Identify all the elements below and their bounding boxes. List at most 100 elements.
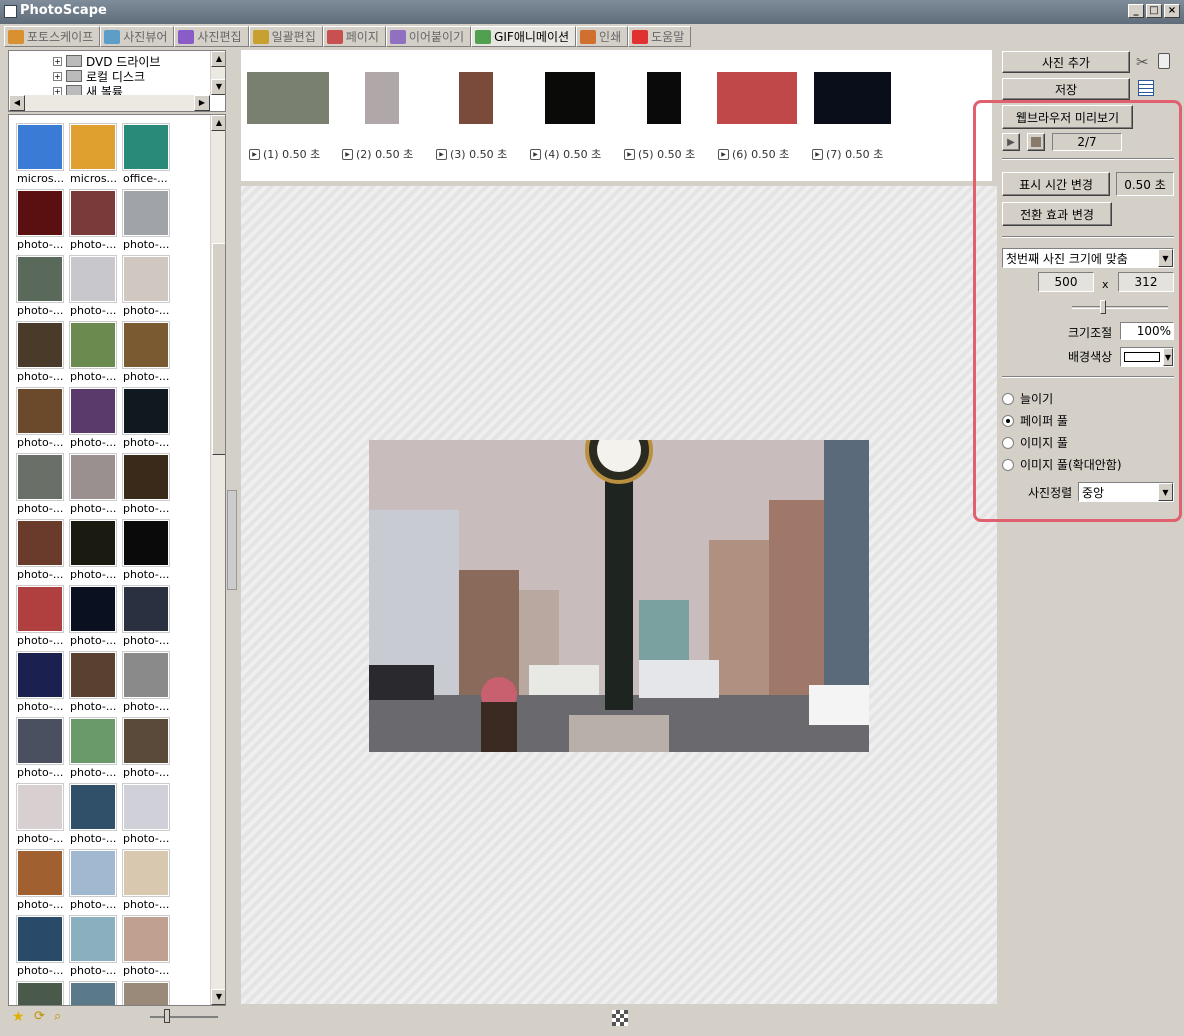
- frame-label[interactable]: ▶ (4) 0.50 초: [530, 146, 601, 162]
- scroll-thumb[interactable]: [212, 243, 225, 455]
- thumbnail-item[interactable]: photo-...: [15, 255, 68, 321]
- thumbnail-item[interactable]: photo-...: [68, 519, 121, 585]
- thumbnail-item[interactable]: photo-...: [121, 189, 174, 255]
- play-frame-icon[interactable]: ▶: [249, 148, 260, 160]
- star-icon[interactable]: ★: [12, 1009, 25, 1025]
- play-frame-icon[interactable]: ▶: [812, 148, 823, 160]
- frame-label[interactable]: ▶ (1) 0.50 초: [249, 146, 320, 162]
- thumbnail-item[interactable]: photo-...: [121, 519, 174, 585]
- tab-4[interactable]: 페이지: [322, 26, 386, 47]
- tab-3[interactable]: 일괄편집: [248, 26, 323, 47]
- expand-icon[interactable]: +: [53, 56, 62, 66]
- thumbnail-item[interactable]: photo-...: [68, 585, 121, 651]
- cut-icon[interactable]: ✂: [1136, 53, 1149, 71]
- thumbnail-item[interactable]: micros...: [15, 123, 68, 189]
- thumbnail-item[interactable]: [121, 981, 174, 1005]
- tab-8[interactable]: 도움말: [628, 26, 692, 47]
- thumbnail-item[interactable]: photo-...: [15, 651, 68, 717]
- thumbnail-item[interactable]: photo-...: [68, 783, 121, 849]
- trash-icon[interactable]: [1158, 53, 1170, 69]
- thumbnail-item[interactable]: photo-...: [15, 519, 68, 585]
- tab-1[interactable]: 사진뷰어: [100, 26, 175, 47]
- thumbnail-item[interactable]: photo-...: [68, 387, 121, 453]
- frame-label[interactable]: ▶ (7) 0.50 초: [812, 146, 883, 162]
- frame-thumbnail[interactable]: [365, 72, 399, 124]
- frame-thumbnail[interactable]: [247, 72, 329, 124]
- scroll-down-button[interactable]: ▼: [211, 989, 225, 1005]
- frame-thumbnail[interactable]: [545, 72, 595, 124]
- thumbnail-item[interactable]: photo-...: [68, 915, 121, 981]
- thumbnail-item[interactable]: photo-...: [15, 717, 68, 783]
- thumbnail-item[interactable]: [68, 981, 121, 1005]
- list-view-icon[interactable]: [1138, 80, 1154, 96]
- thumbnail-item[interactable]: photo-...: [15, 915, 68, 981]
- thumbnail-item[interactable]: photo-...: [121, 387, 174, 453]
- play-frame-icon[interactable]: ▶: [530, 148, 541, 160]
- play-frame-icon[interactable]: ▶: [624, 148, 635, 160]
- tree-vscrollbar[interactable]: ▲ ▼: [210, 51, 225, 95]
- thumbnail-item[interactable]: photo-...: [121, 585, 174, 651]
- thumbnail-item[interactable]: photo-...: [121, 651, 174, 717]
- thumbnail-item[interactable]: photo-...: [121, 717, 174, 783]
- panel-splitter[interactable]: [227, 490, 237, 590]
- thumbnail-item[interactable]: photo-...: [68, 321, 121, 387]
- expand-icon[interactable]: +: [53, 71, 62, 81]
- thumbnail-item[interactable]: photo-...: [68, 849, 121, 915]
- frame-thumbnail[interactable]: [647, 72, 681, 124]
- scroll-up-button[interactable]: ▲: [211, 115, 225, 131]
- close-button[interactable]: ×: [1164, 4, 1180, 18]
- thumbnail-item[interactable]: photo-...: [121, 321, 174, 387]
- thumbnail-item[interactable]: office-...: [121, 123, 174, 189]
- thumbnail-item[interactable]: photo-...: [15, 453, 68, 519]
- thumbnail-item[interactable]: photo-...: [121, 915, 174, 981]
- tab-5[interactable]: 이어붙이기: [385, 26, 472, 47]
- thumbnail-item[interactable]: photo-...: [68, 255, 121, 321]
- scroll-right-button[interactable]: ▶: [194, 95, 210, 111]
- transparency-icon[interactable]: [612, 1010, 628, 1026]
- thumbnail-item[interactable]: photo-...: [68, 189, 121, 255]
- tab-0[interactable]: 포토스케이프: [4, 26, 101, 47]
- play-frame-icon[interactable]: ▶: [718, 148, 729, 160]
- scroll-down-button[interactable]: ▼: [211, 79, 225, 95]
- thumbnail-item[interactable]: photo-...: [15, 585, 68, 651]
- frame-thumbnail[interactable]: [814, 72, 891, 124]
- frame-label[interactable]: ▶ (5) 0.50 초: [624, 146, 695, 162]
- frame-thumbnail[interactable]: [717, 72, 797, 124]
- thumbnail-item[interactable]: photo-...: [68, 651, 121, 717]
- frame-label[interactable]: ▶ (3) 0.50 초: [436, 146, 507, 162]
- zoom-slider-thumb[interactable]: [164, 1009, 170, 1023]
- minimize-button[interactable]: _: [1128, 4, 1144, 18]
- tab-7[interactable]: 인쇄: [576, 26, 629, 47]
- save-button[interactable]: 저장: [1002, 78, 1130, 100]
- folder-tree[interactable]: + DVD 드라이브 + 로컬 디스크 + 새 볼륨 ▲ ▼ ◀ ▶: [8, 50, 226, 112]
- thumbnail-item[interactable]: photo-...: [121, 255, 174, 321]
- add-photo-button[interactable]: 사진 추가: [1002, 51, 1130, 73]
- play-frame-icon[interactable]: ▶: [436, 148, 447, 160]
- tree-hscrollbar[interactable]: ◀ ▶: [9, 95, 210, 111]
- zoom-slider[interactable]: [150, 1016, 218, 1018]
- frame-label[interactable]: ▶ (6) 0.50 초: [718, 146, 789, 162]
- thumbnail-scrollbar[interactable]: ▲ ▼: [210, 115, 225, 1005]
- play-frame-icon[interactable]: ▶: [342, 148, 353, 160]
- folder-search-icon[interactable]: ⌕: [54, 1009, 61, 1024]
- frame-thumbnail[interactable]: [459, 72, 493, 124]
- thumbnail-item[interactable]: micros...: [68, 123, 121, 189]
- thumbnail-item[interactable]: photo-...: [15, 783, 68, 849]
- thumbnail-item[interactable]: [15, 981, 68, 1005]
- frame-label[interactable]: ▶ (2) 0.50 초: [342, 146, 413, 162]
- thumbnail-item[interactable]: photo-...: [68, 717, 121, 783]
- thumbnail-item[interactable]: photo-...: [15, 387, 68, 453]
- thumbnail-item[interactable]: photo-...: [121, 453, 174, 519]
- scroll-left-button[interactable]: ◀: [9, 95, 25, 111]
- maximize-button[interactable]: □: [1146, 4, 1162, 18]
- scroll-up-button[interactable]: ▲: [211, 51, 225, 67]
- thumbnail-item[interactable]: photo-...: [15, 189, 68, 255]
- thumbnail-item[interactable]: photo-...: [121, 783, 174, 849]
- thumbnail-item[interactable]: photo-...: [15, 849, 68, 915]
- refresh-icon[interactable]: ⟳: [34, 1009, 45, 1024]
- tab-2[interactable]: 사진편집: [174, 26, 249, 47]
- thumbnail-item[interactable]: photo-...: [121, 849, 174, 915]
- tab-6[interactable]: GIF애니메이션: [471, 26, 577, 47]
- thumbnail-item[interactable]: photo-...: [68, 453, 121, 519]
- thumbnail-item[interactable]: photo-...: [15, 321, 68, 387]
